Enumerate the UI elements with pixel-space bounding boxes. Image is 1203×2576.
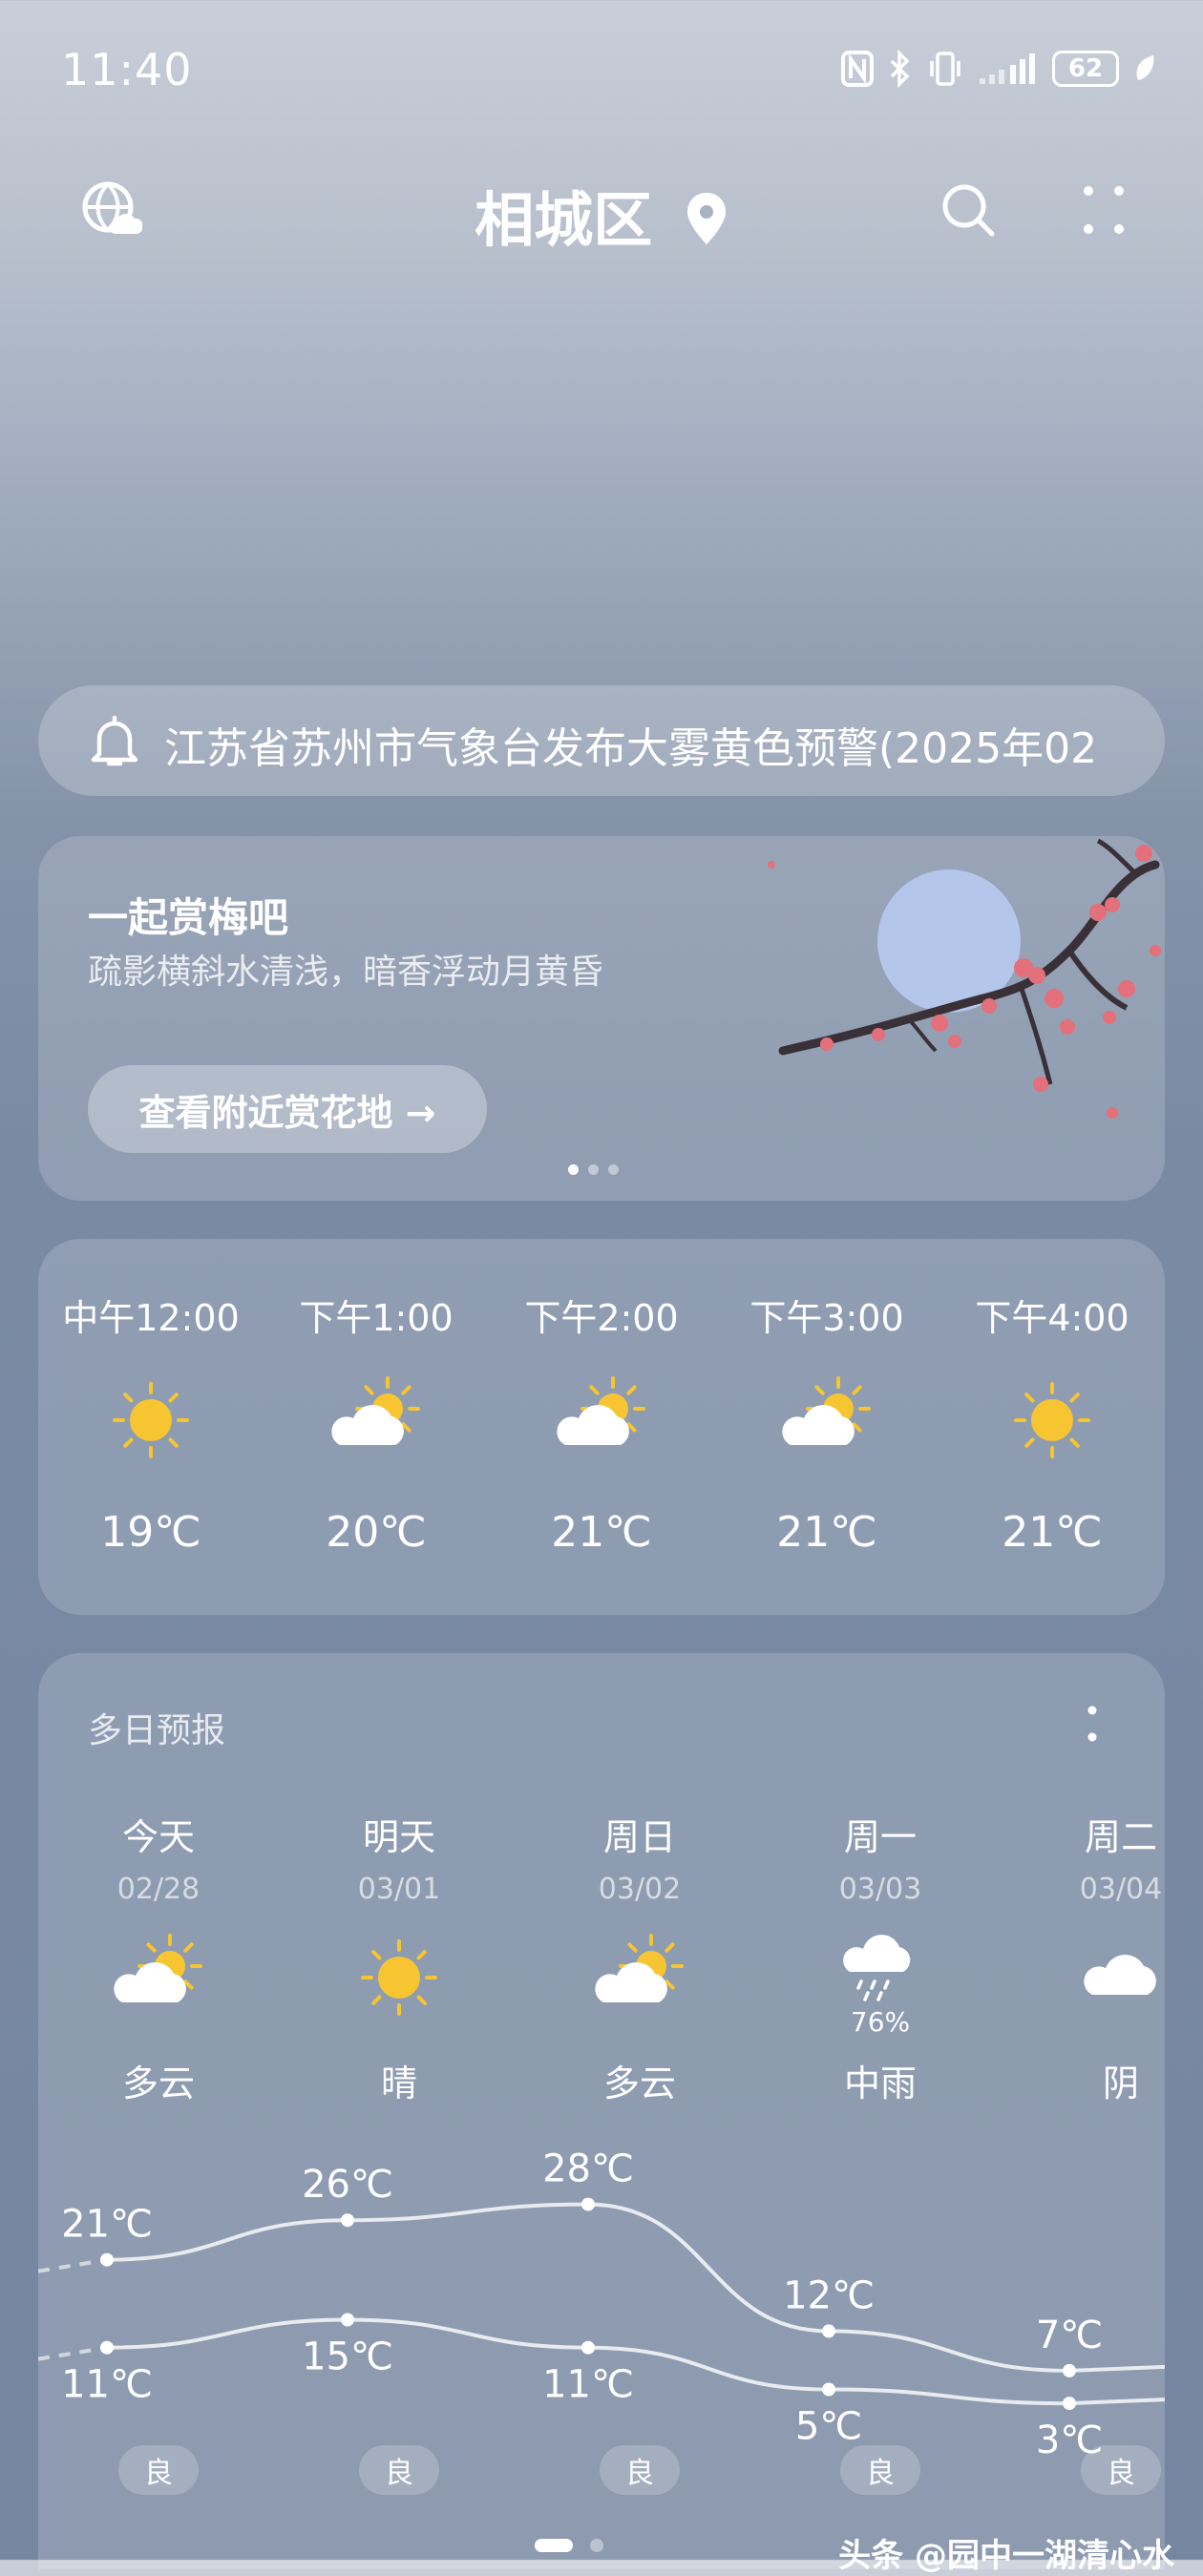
- hourly-item: 下午4:00 21℃: [939, 1239, 1165, 1615]
- hourly-item: 下午3:00 21℃: [714, 1239, 939, 1615]
- top-bar: 相城区: [0, 162, 1203, 258]
- hourly-item: 中午12:00 19℃: [38, 1239, 264, 1615]
- location-pin-icon: [686, 193, 726, 244]
- low-temp-label: 5℃: [795, 2405, 862, 2449]
- hourly-temp: 19℃: [100, 1508, 201, 1557]
- bell-icon: [91, 715, 138, 766]
- high-temp-point: [100, 2252, 114, 2267]
- city-name: 相城区: [475, 185, 653, 255]
- signal-icon: [980, 53, 1035, 84]
- hourly-time: 下午1:00: [299, 1297, 454, 1339]
- low-temp-label: 11℃: [61, 2363, 153, 2407]
- partly-cloudy-icon-glyph: [331, 1376, 420, 1445]
- carousel-indicator: [568, 1164, 619, 1175]
- low-temp-line-lead: [38, 2345, 108, 2361]
- page-dot-active: [535, 2539, 573, 2552]
- high-temp-label: 7℃: [1036, 2314, 1103, 2357]
- multi-day-forecast-card[interactable]: 多日预报 今天 02/28 多云 良 明天 03/01 晴 良 周日 03/02…: [38, 1653, 1165, 2569]
- high-temp-point: [581, 2197, 595, 2211]
- carousel-dot-active: [568, 1164, 579, 1175]
- plum-blossom-illustration: [768, 838, 1161, 1119]
- hourly-time: 下午3:00: [749, 1297, 904, 1339]
- partly-cloudy-icon: [328, 1372, 424, 1468]
- partly-cloudy-icon: [554, 1372, 649, 1468]
- page-dot: [590, 2539, 603, 2552]
- temperature-trend-chart: 21℃ 26℃ 28℃ 12℃ 7℃ 11℃ 15℃ 11℃ 5℃ 3℃: [38, 2147, 1165, 2462]
- charging-leaf-icon: [1136, 55, 1154, 80]
- carousel-dot: [608, 1164, 619, 1175]
- search-button[interactable]: [930, 172, 1006, 248]
- hourly-item: 下午2:00 21℃: [489, 1239, 714, 1615]
- hourly-temp: 20℃: [326, 1508, 427, 1557]
- high-temp-label: 12℃: [783, 2273, 875, 2317]
- high-temp-line: [106, 2202, 1165, 2373]
- sun-icon: [1004, 1372, 1100, 1468]
- low-temp-point: [822, 2382, 835, 2397]
- alert-text: 江苏省苏州市气象台发布大雾黄色预警(2025年02: [164, 724, 1098, 773]
- high-temp-point: [822, 2324, 835, 2338]
- weather-alert-banner[interactable]: 江苏省苏州市气象台发布大雾黄色预警(2025年02: [38, 685, 1165, 796]
- carousel-dot: [588, 1164, 599, 1175]
- nfc-icon: [841, 51, 874, 87]
- low-temp-line: [106, 2317, 1165, 2406]
- high-temp-label: 26℃: [302, 2163, 393, 2207]
- search-icon: [942, 184, 995, 237]
- sun-icon-glyph: [1014, 1382, 1090, 1458]
- hourly-temp: 21℃: [1002, 1508, 1103, 1557]
- high-temp-label: 21℃: [61, 2203, 153, 2247]
- low-temp-label: 11℃: [542, 2363, 634, 2407]
- partly-cloudy-icon-glyph: [782, 1376, 871, 1445]
- more-dots-icon: [1084, 186, 1124, 234]
- sun-icon-glyph: [113, 1382, 189, 1458]
- hourly-time: 下午2:00: [524, 1297, 679, 1339]
- promo-title: 一起赏梅吧: [88, 894, 289, 941]
- status-icons: 62: [840, 48, 1157, 90]
- promo-subtitle: 疏影横斜水清浅，暗香浮动月黄昏: [88, 953, 604, 992]
- plum-blossom-card[interactable]: 一起赏梅吧 疏影横斜水清浅，暗香浮动月黄昏 查看附近赏花地 →: [38, 836, 1165, 1201]
- high-temp-point: [341, 2213, 354, 2228]
- partly-cloudy-icon-glyph: [557, 1376, 645, 1445]
- battery-indicator: 62: [1052, 51, 1119, 87]
- low-temp-point: [100, 2340, 114, 2355]
- high-temp-label: 28℃: [542, 2147, 634, 2191]
- low-temp-point: [341, 2313, 354, 2327]
- hourly-item: 下午1:00 20℃: [264, 1239, 489, 1615]
- high-temp-line-lead: [38, 2257, 108, 2273]
- hourly-time: 下午4:00: [975, 1297, 1129, 1339]
- status-time: 11:40: [61, 44, 193, 95]
- watermark: 头条 @园中一湖清心水: [838, 2537, 1174, 2575]
- more-menu-button[interactable]: [1066, 172, 1142, 248]
- hourly-temp: 21℃: [551, 1508, 652, 1557]
- page-indicator: [535, 2539, 603, 2552]
- hourly-forecast-card[interactable]: 中午12:00 19℃ 下午1:00 20℃ 下午2:00 21℃ 下午3:00…: [38, 1239, 1165, 1615]
- sun-icon: [103, 1372, 199, 1468]
- vibrate-icon: [930, 52, 960, 86]
- view-nearby-flowers-button[interactable]: 查看附近赏花地 →: [88, 1065, 487, 1153]
- low-temp-label: 3℃: [1036, 2419, 1103, 2462]
- partly-cloudy-icon: [779, 1372, 875, 1468]
- status-bar: 11:40 62: [0, 38, 1203, 95]
- city-title[interactable]: 相城区: [0, 172, 1203, 258]
- hourly-time: 中午12:00: [62, 1297, 240, 1339]
- high-temp-point: [1063, 2363, 1076, 2377]
- bluetooth-icon: [890, 50, 910, 88]
- low-temp-point: [1063, 2397, 1076, 2411]
- low-temp-label: 15℃: [302, 2335, 393, 2379]
- hourly-temp: 21℃: [776, 1508, 877, 1557]
- low-temp-point: [581, 2340, 595, 2355]
